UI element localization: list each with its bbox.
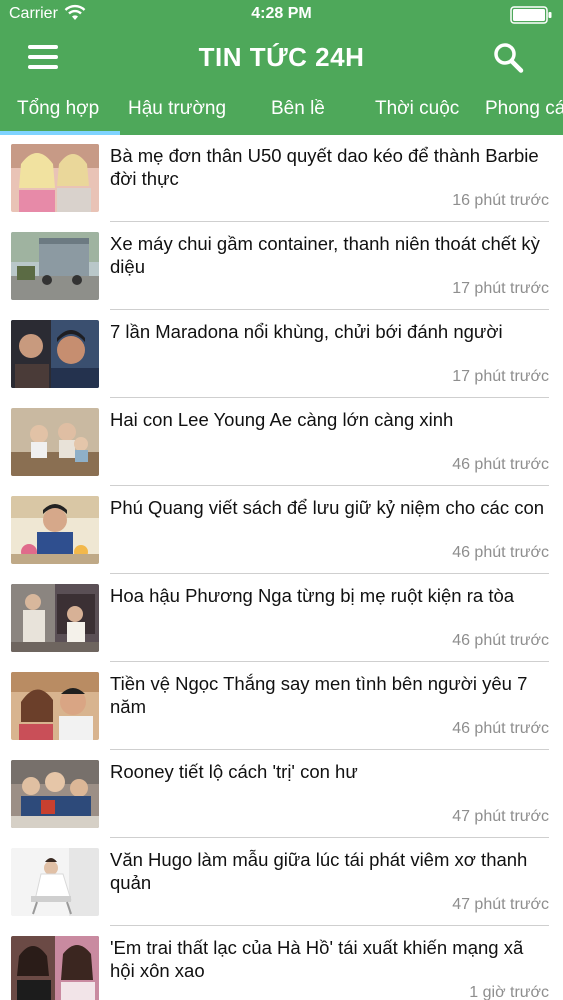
- article-thumbnail: [11, 936, 99, 1000]
- article-title: 'Em trai thất lạc của Hà Hồ' tái xuất kh…: [110, 937, 524, 981]
- article-thumbnail: [11, 760, 99, 828]
- divider: [110, 925, 549, 926]
- article-title: Văn Hugo làm mẫu giữa lúc tái phát viêm …: [110, 849, 528, 893]
- list-item[interactable]: Phú Quang viết sách để lưu giữ kỷ niệm c…: [0, 487, 563, 575]
- status-bar: Carrier 4:28 PM: [0, 0, 563, 30]
- divider: [110, 573, 549, 574]
- article-title: 7 lần Maradona nổi khùng, chửi bới đánh …: [110, 321, 503, 342]
- article-time: 46 phút trước: [452, 720, 549, 737]
- tab-phong-cach[interactable]: Phong cách: [485, 98, 563, 120]
- article-time: 46 phút trước: [452, 632, 549, 649]
- list-item[interactable]: Bà mẹ đơn thân U50 quyết dao kéo để thàn…: [0, 135, 563, 223]
- app-header: Carrier 4:28 PM TIN TỨC 24H Tổng hợp Hậu…: [0, 0, 563, 135]
- list-item[interactable]: Rooney tiết lộ cách 'trị' con hư 47 phút…: [0, 751, 563, 839]
- article-thumbnail: [11, 320, 99, 388]
- list-item[interactable]: Xe máy chui gầm container, thanh niên th…: [0, 223, 563, 311]
- battery-icon: [510, 6, 552, 24]
- article-title: Rooney tiết lộ cách 'trị' con hư: [110, 761, 358, 782]
- navigation-bar: TIN TỨC 24H: [0, 30, 563, 84]
- divider: [110, 485, 549, 486]
- article-title: Tiền vệ Ngọc Thắng say men tình bên ngườ…: [110, 673, 528, 717]
- article-time: 16 phút trước: [452, 192, 549, 209]
- article-time: 46 phút trước: [452, 544, 549, 561]
- tab-hau-truong[interactable]: Hậu trường: [128, 98, 226, 120]
- list-item[interactable]: Hai con Lee Young Ae càng lớn càng xinh …: [0, 399, 563, 487]
- list-item[interactable]: Tiền vệ Ngọc Thắng say men tình bên ngườ…: [0, 663, 563, 751]
- article-title: Phú Quang viết sách để lưu giữ kỷ niệm c…: [110, 497, 545, 518]
- article-title: Bà mẹ đơn thân U50 quyết dao kéo để thàn…: [110, 145, 539, 189]
- divider: [110, 309, 549, 310]
- list-item[interactable]: 7 lần Maradona nổi khùng, chửi bới đánh …: [0, 311, 563, 399]
- tab-ben-le[interactable]: Bên lề: [271, 98, 325, 120]
- article-time: 1 giờ trước: [469, 984, 549, 1000]
- news-feed[interactable]: Bà mẹ đơn thân U50 quyết dao kéo để thàn…: [0, 135, 563, 1000]
- search-icon[interactable]: [490, 40, 526, 76]
- status-time: 4:28 PM: [251, 5, 312, 22]
- app-title: TIN TỨC 24H: [198, 42, 365, 72]
- article-thumbnail: [11, 408, 99, 476]
- article-title: Hoa hậu Phương Nga từng bị mẹ ruột kiện …: [110, 585, 515, 606]
- article-title: Hai con Lee Young Ae càng lớn càng xinh: [110, 409, 454, 430]
- category-tabs: Tổng hợp Hậu trường Bên lề Thời cuộc Pho…: [0, 84, 563, 135]
- article-thumbnail: [11, 232, 99, 300]
- divider: [110, 221, 549, 222]
- list-item[interactable]: Văn Hugo làm mẫu giữa lúc tái phát viêm …: [0, 839, 563, 927]
- divider: [110, 749, 549, 750]
- divider: [110, 397, 549, 398]
- article-time: 47 phút trước: [452, 896, 549, 913]
- tab-thoi-cuoc[interactable]: Thời cuộc: [375, 98, 459, 120]
- article-time: 46 phút trước: [452, 456, 549, 473]
- article-title: Xe máy chui gầm container, thanh niên th…: [110, 233, 540, 277]
- article-thumbnail: [11, 144, 99, 212]
- article-thumbnail: [11, 496, 99, 564]
- divider: [110, 837, 549, 838]
- article-time: 17 phút trước: [452, 280, 549, 297]
- article-thumbnail: [11, 848, 99, 916]
- tab-tong-hop[interactable]: Tổng hợp: [17, 98, 99, 120]
- article-time: 17 phút trước: [452, 368, 549, 385]
- article-time: 47 phút trước: [452, 808, 549, 825]
- list-item[interactable]: 'Em trai thất lạc của Hà Hồ' tái xuất kh…: [0, 927, 563, 1000]
- list-item[interactable]: Hoa hậu Phương Nga từng bị mẹ ruột kiện …: [0, 575, 563, 663]
- article-thumbnail: [11, 584, 99, 652]
- article-thumbnail: [11, 672, 99, 740]
- divider: [110, 661, 549, 662]
